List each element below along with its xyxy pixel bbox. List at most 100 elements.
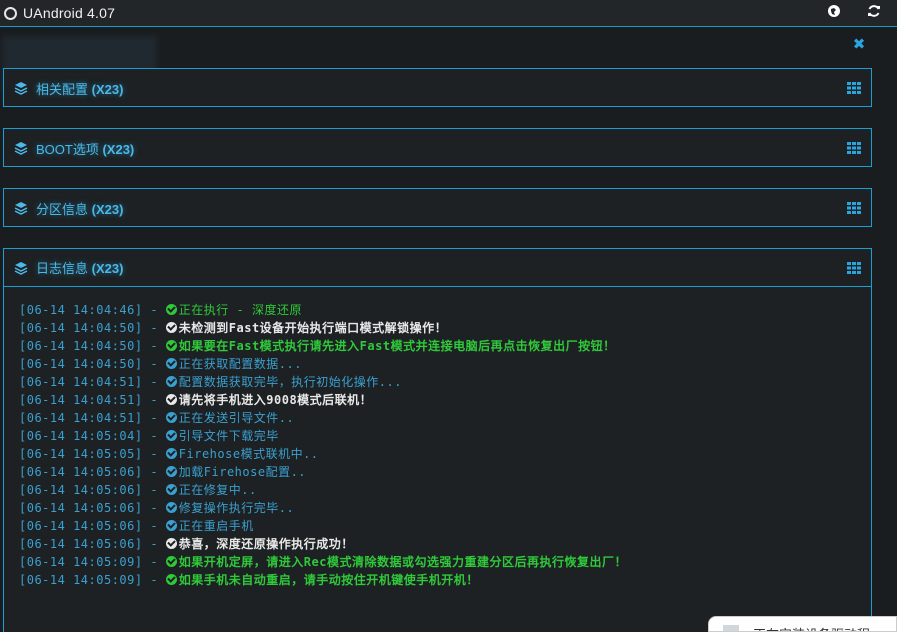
check-circle-icon <box>165 430 177 441</box>
log-separator: - <box>142 465 166 479</box>
log-list: [06-14 14:04:46] - 正在执行 - 深度还原 [06-14 14:… <box>4 287 871 589</box>
log-timestamp: [06-14 14:05:06] <box>19 501 143 515</box>
grid-icon[interactable] <box>847 142 861 154</box>
log-line: [06-14 14:05:09] - 如果手机未自动重启，请手动按住开机键使手机… <box>19 571 871 589</box>
log-separator: - <box>142 411 166 425</box>
log-line: [06-14 14:05:05] - Firehose模式联机中.. <box>19 445 871 463</box>
app-title: UAndroid 4.07 <box>23 5 116 21</box>
log-timestamp: [06-14 14:04:46] <box>19 303 143 317</box>
check-circle-icon <box>165 394 177 405</box>
log-message: 正在重启手机 <box>178 519 254 533</box>
log-line: [06-14 14:05:04] - 引导文件下载完毕 <box>19 427 871 445</box>
panel-config[interactable]: 相关配置 (X23) <box>3 68 872 107</box>
log-separator: - <box>142 339 166 353</box>
check-circle-icon <box>165 376 177 387</box>
check-circle-icon <box>165 520 177 531</box>
log-line: [06-14 14:05:06] - 正在修复中.. <box>19 481 871 499</box>
log-line: [06-14 14:04:51] - 配置数据获取完毕，执行初始化操作... <box>19 373 871 391</box>
close-icon[interactable]: ✖ <box>852 37 866 53</box>
log-line: [06-14 14:04:50] - 如果要在Fast模式执行请先进入Fast模… <box>19 337 871 355</box>
log-message: 正在获取配置数据... <box>178 357 302 371</box>
log-timestamp: [06-14 14:04:50] <box>19 321 143 335</box>
grid-icon[interactable] <box>847 82 861 94</box>
log-timestamp: [06-14 14:05:09] <box>19 555 143 569</box>
log-message: 引导文件下载完毕 <box>178 429 279 443</box>
log-separator: - <box>142 357 166 371</box>
check-circle-icon <box>165 466 177 477</box>
log-timestamp: [06-14 14:05:04] <box>19 429 143 443</box>
log-separator: - <box>142 501 166 515</box>
log-separator: - <box>142 429 166 443</box>
check-circle-icon <box>165 502 177 513</box>
log-message: Firehose模式联机中.. <box>178 447 319 461</box>
log-message: 加载Firehose配置.. <box>178 465 307 479</box>
check-circle-icon <box>165 538 177 549</box>
panel-boot[interactable]: BOOT选项 (X23) <box>3 128 872 167</box>
log-line: [06-14 14:04:50] - 正在获取配置数据... <box>19 355 871 373</box>
panel-log-header[interactable]: 日志信息 (X23) <box>4 249 871 287</box>
grid-icon[interactable] <box>847 262 861 274</box>
layers-icon <box>14 261 28 275</box>
log-separator: - <box>142 303 166 317</box>
title-bar: UAndroid 4.07 <box>0 0 897 27</box>
check-circle-icon <box>165 322 177 333</box>
log-timestamp: [06-14 14:04:50] <box>19 357 143 371</box>
check-circle-icon <box>165 448 177 459</box>
log-line: [06-14 14:05:09] - 如果开机定屏，请进入Rec模式清除数据或勾… <box>19 553 871 571</box>
log-line: [06-14 14:04:46] - 正在执行 - 深度还原 <box>19 301 871 319</box>
log-message: 如果手机未自动重启，请手动按住开机键使手机开机！ <box>178 573 479 587</box>
log-timestamp: [06-14 14:05:06] <box>19 537 143 551</box>
layers-icon <box>14 142 28 155</box>
log-line: [06-14 14:05:06] - 恭喜，深度还原操作执行成功！ <box>19 535 871 553</box>
layers-icon <box>14 202 28 215</box>
panel-title: 分区信息 (X23) <box>36 201 124 217</box>
log-timestamp: [06-14 14:04:50] <box>19 339 143 353</box>
log-line: [06-14 14:04:51] - 请先将手机进入9008模式后联机！ <box>19 391 871 409</box>
device-icon <box>723 625 739 631</box>
log-message: 如果要在Fast模式执行请先进入Fast模式并连接电脑后再点击恢复出厂按钮！ <box>178 339 616 353</box>
log-separator: - <box>142 519 166 533</box>
log-separator: - <box>142 321 166 335</box>
panel-log: 日志信息 (X23) [06-14 14:04:46] - 正在执行 - 深度还… <box>3 248 872 632</box>
log-timestamp: [06-14 14:04:51] <box>19 375 143 389</box>
log-separator: - <box>142 393 166 407</box>
panel-partition[interactable]: 分区信息 (X23) <box>3 188 872 227</box>
check-circle-icon <box>165 358 177 369</box>
toast-text: 正在安装设备驱动程 <box>753 624 870 631</box>
grid-icon[interactable] <box>847 202 861 214</box>
log-separator: - <box>142 555 166 569</box>
log-timestamp: [06-14 14:05:06] <box>19 465 143 479</box>
log-line: [06-14 14:05:06] - 修复操作执行完毕.. <box>19 499 871 517</box>
layers-icon <box>14 82 28 95</box>
panel-title: 日志信息 (X23) <box>36 261 124 276</box>
driver-install-toast[interactable]: 正在安装设备驱动程 <box>708 616 897 632</box>
log-separator: - <box>142 573 166 587</box>
check-circle-icon <box>165 484 177 495</box>
log-line: [06-14 14:04:51] - 正在发送引导文件.. <box>19 409 871 427</box>
log-message: 修复操作执行完毕.. <box>178 501 295 515</box>
log-message: 恭喜，深度还原操作执行成功！ <box>178 537 354 551</box>
log-message: 如果开机定屏，请进入Rec模式清除数据或勾选强力重建分区后再执行恢复出厂！ <box>178 555 627 569</box>
log-separator: - <box>142 375 166 389</box>
check-circle-icon <box>165 574 177 585</box>
log-timestamp: [06-14 14:05:05] <box>19 447 143 461</box>
log-timestamp: [06-14 14:05:06] <box>19 519 143 533</box>
panel-title: BOOT选项 (X23) <box>36 141 135 157</box>
log-separator: - <box>142 537 166 551</box>
check-circle-icon <box>165 340 177 351</box>
log-message: 正在发送引导文件.. <box>178 411 295 425</box>
log-line: [06-14 14:04:50] - 未检测到Fast设备开始执行端口模式解锁操… <box>19 319 871 337</box>
panel-title: 相关配置 (X23) <box>36 81 124 97</box>
log-timestamp: [06-14 14:04:51] <box>19 411 143 425</box>
check-circle-icon <box>165 556 177 567</box>
check-circle-icon <box>165 304 177 315</box>
refresh-icon[interactable] <box>866 4 882 20</box>
app-logo-icon <box>4 6 17 20</box>
globe-icon[interactable] <box>826 4 842 20</box>
log-timestamp: [06-14 14:04:51] <box>19 393 143 407</box>
log-timestamp: [06-14 14:05:06] <box>19 483 143 497</box>
log-message: 未检测到Fast设备开始执行端口模式解锁操作！ <box>178 321 448 335</box>
log-message: 配置数据获取完毕，执行初始化操作... <box>178 375 402 389</box>
check-circle-icon <box>165 412 177 423</box>
log-timestamp: [06-14 14:05:09] <box>19 573 143 587</box>
